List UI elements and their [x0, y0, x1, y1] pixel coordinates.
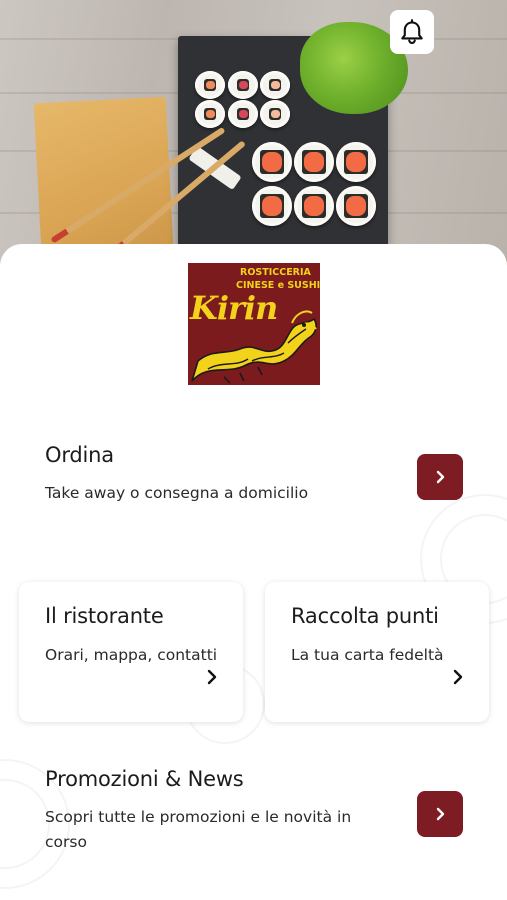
- logo-text-line1: ROSTICCERIA: [240, 267, 311, 278]
- chevron-right-icon: [207, 669, 217, 685]
- restaurant-subtitle: Orari, mappa, contatti: [45, 646, 218, 664]
- order-subtitle: Take away o consegna a domicilio: [45, 484, 309, 502]
- bell-icon: [401, 19, 423, 45]
- promotions-title: Promozioni & News: [45, 767, 244, 791]
- order-title: Ordina: [45, 443, 114, 467]
- chevron-right-icon: [436, 807, 445, 821]
- restaurant-logo: ROSTICCERIA CINESE e SUSHI Kirin: [188, 263, 320, 385]
- hero-photo: [0, 0, 507, 275]
- loyalty-subtitle: La tua carta fedeltà: [291, 646, 444, 664]
- promotions-subtitle: Scopri tutte le promozioni e le novità i…: [45, 808, 352, 851]
- content-sheet: ROSTICCERIA CINESE e SUSHI Kirin Ordina …: [0, 244, 507, 900]
- promotions-button[interactable]: [417, 791, 463, 837]
- loyalty-title: Raccolta punti: [291, 604, 439, 628]
- restaurant-title: Il ristorante: [45, 604, 164, 628]
- notifications-button[interactable]: [390, 10, 434, 54]
- chevron-right-icon: [453, 669, 463, 685]
- chevron-right-icon: [436, 470, 445, 484]
- order-button[interactable]: [417, 454, 463, 500]
- dragon-logo-icon: [191, 310, 317, 384]
- restaurant-card[interactable]: Il ristorante Orari, mappa, contatti: [19, 582, 243, 722]
- loyalty-card[interactable]: Raccolta punti La tua carta fedeltà: [265, 582, 489, 722]
